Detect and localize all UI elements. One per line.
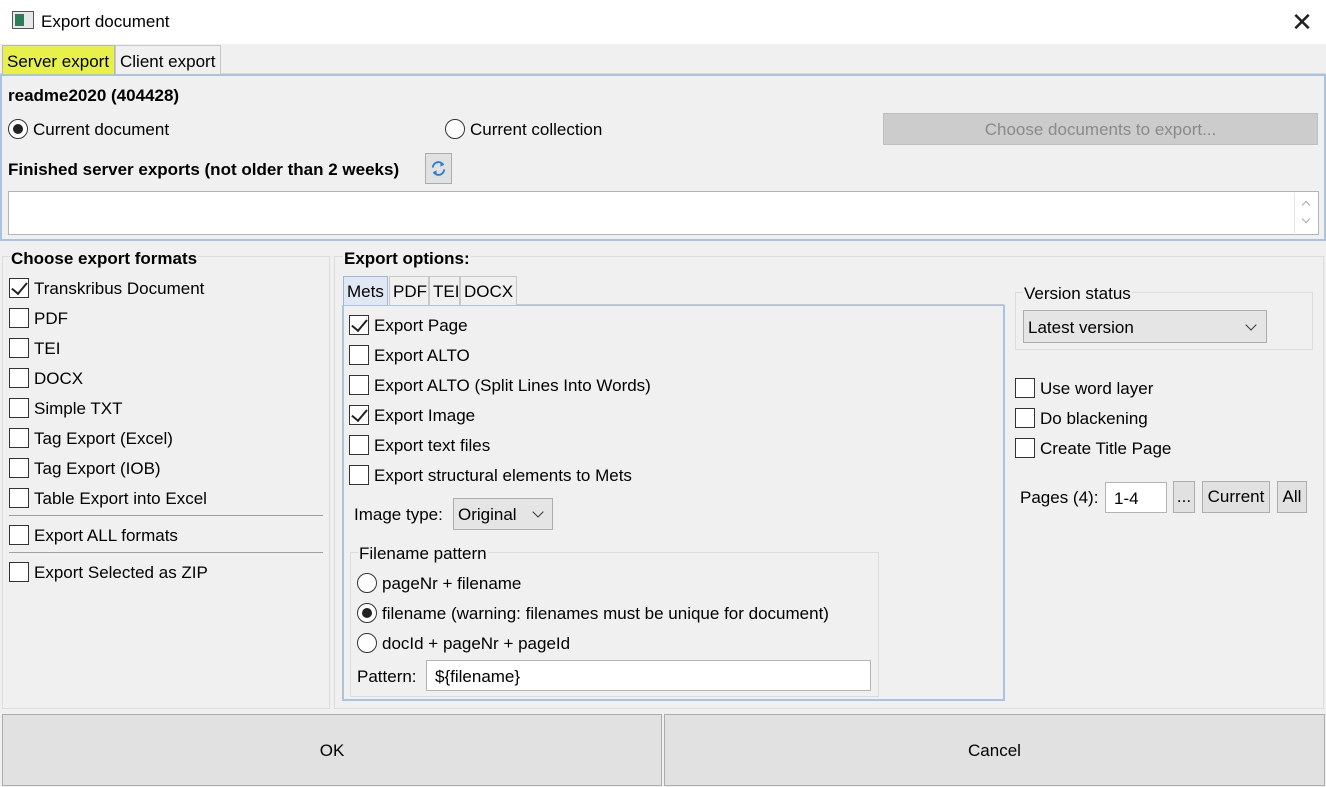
options-heading: Export options:: [343, 249, 471, 269]
tab-server-export[interactable]: Server export: [2, 45, 115, 74]
format-tag-excel-checkbox[interactable]: [9, 428, 29, 448]
pattern-filename-radio[interactable]: [357, 603, 377, 623]
pages-input-value: 1-4: [1114, 489, 1139, 508]
use-word-layer-checkbox[interactable]: [1015, 378, 1035, 398]
format-tag-excel-label: Tag Export (Excel): [34, 429, 173, 448]
format-pdf-label: PDF: [34, 309, 68, 328]
export-text-files-checkbox[interactable]: [349, 435, 369, 455]
current-collection-label: Current collection: [470, 120, 603, 139]
refresh-button[interactable]: [425, 153, 452, 184]
pages-input[interactable]: 1-4: [1105, 482, 1167, 513]
current-collection-radio[interactable]: [445, 119, 465, 139]
export-text-files-label: Export text files: [374, 436, 491, 455]
create-title-page-label: Create Title Page: [1040, 439, 1172, 458]
format-tei-label: TEI: [34, 339, 61, 358]
do-blackening-label: Do blackening: [1040, 409, 1148, 428]
pattern-filename-label: filename (warning: filenames must be uni…: [382, 604, 829, 623]
format-docx-checkbox[interactable]: [9, 368, 29, 388]
export-alto-split-label: Export ALTO (Split Lines Into Words): [374, 376, 651, 395]
current-document-label: Current document: [33, 120, 170, 139]
format-tag-iob-label: Tag Export (IOB): [34, 459, 161, 478]
tab-client-export[interactable]: Client export: [115, 45, 221, 74]
export-page-checkbox[interactable]: [349, 315, 369, 335]
formats-divider-2: [9, 552, 323, 553]
pages-browse-button[interactable]: ...: [1173, 481, 1195, 513]
export-structural-label: Export structural elements to Mets: [374, 466, 632, 485]
pattern-input-value: ${filename}: [435, 667, 521, 686]
format-transkribus-label: Transkribus Document: [34, 279, 205, 298]
pattern-docid-label: docId + pageNr + pageId: [382, 634, 571, 653]
format-docx-label: DOCX: [34, 369, 84, 388]
format-table-excel-label: Table Export into Excel: [34, 489, 207, 508]
image-type-value: Original: [458, 505, 517, 524]
pattern-pagenr-filename-radio[interactable]: [357, 573, 377, 593]
list-scrollbar[interactable]: [1294, 193, 1316, 233]
export-image-checkbox[interactable]: [349, 405, 369, 425]
export-page-label: Export Page: [374, 316, 468, 335]
export-zip-checkbox[interactable]: [9, 562, 29, 582]
version-status-heading: Version status: [1023, 284, 1132, 304]
create-title-page-checkbox[interactable]: [1015, 438, 1035, 458]
ok-button[interactable]: OK: [2, 714, 662, 786]
export-all-label: Export ALL formats: [34, 526, 178, 545]
refresh-icon: [431, 161, 446, 176]
pattern-docid-radio[interactable]: [357, 633, 377, 653]
export-all-checkbox[interactable]: [9, 525, 29, 545]
current-document-radio[interactable]: [8, 119, 28, 139]
title-bar: [0, 0, 1326, 44]
format-table-excel-checkbox[interactable]: [9, 488, 29, 508]
pattern-input[interactable]: ${filename}: [426, 660, 871, 691]
export-alto-split-checkbox[interactable]: [349, 375, 369, 395]
format-simple-txt-checkbox[interactable]: [9, 398, 29, 418]
scroll-up-icon[interactable]: [1301, 200, 1311, 210]
finished-exports-list[interactable]: [8, 191, 1319, 235]
version-status-select[interactable]: Latest version: [1023, 310, 1267, 343]
image-type-label: Image type:: [354, 505, 443, 524]
export-zip-label: Export Selected as ZIP: [34, 563, 208, 582]
format-transkribus-checkbox[interactable]: [9, 278, 29, 298]
subtab-docx[interactable]: DOCX: [460, 276, 517, 305]
image-type-select[interactable]: Original: [453, 498, 553, 530]
chevron-down-icon: [1245, 319, 1257, 331]
format-tei-checkbox[interactable]: [9, 338, 29, 358]
export-image-label: Export Image: [374, 406, 476, 425]
format-simple-txt-label: Simple TXT: [34, 399, 123, 418]
filename-pattern-heading: Filename pattern: [358, 544, 488, 564]
choose-documents-button[interactable]: Choose documents to export...: [883, 113, 1318, 145]
finished-exports-label: Finished server exports (not older than …: [8, 160, 400, 179]
do-blackening-checkbox[interactable]: [1015, 408, 1035, 428]
formats-divider-1: [9, 515, 323, 516]
use-word-layer-label: Use word layer: [1040, 379, 1154, 398]
pages-label: Pages (4):: [1020, 488, 1099, 507]
window-title: Export document: [41, 12, 170, 31]
subtab-mets[interactable]: Mets: [343, 276, 388, 305]
pattern-pagenr-filename-label: pageNr + filename: [382, 574, 522, 593]
formats-heading: Choose export formats: [10, 249, 199, 269]
close-icon[interactable]: ✕: [1288, 8, 1316, 36]
export-alto-label: Export ALTO: [374, 346, 470, 365]
version-status-value: Latest version: [1028, 318, 1134, 337]
pattern-label: Pattern:: [357, 667, 417, 686]
format-tag-iob-checkbox[interactable]: [9, 458, 29, 478]
subtab-tei[interactable]: TEI: [429, 276, 460, 305]
document-title: readme2020 (404428): [8, 86, 180, 105]
scroll-down-icon[interactable]: [1301, 214, 1311, 224]
all-pages-button[interactable]: All: [1277, 481, 1307, 513]
export-structural-checkbox[interactable]: [349, 465, 369, 485]
current-page-button[interactable]: Current: [1202, 481, 1270, 513]
subtab-pdf[interactable]: PDF: [389, 276, 429, 305]
export-alto-checkbox[interactable]: [349, 345, 369, 365]
format-pdf-checkbox[interactable]: [9, 308, 29, 328]
chevron-down-icon: [532, 506, 544, 518]
cancel-button[interactable]: Cancel: [664, 714, 1325, 786]
app-icon: [12, 11, 34, 29]
